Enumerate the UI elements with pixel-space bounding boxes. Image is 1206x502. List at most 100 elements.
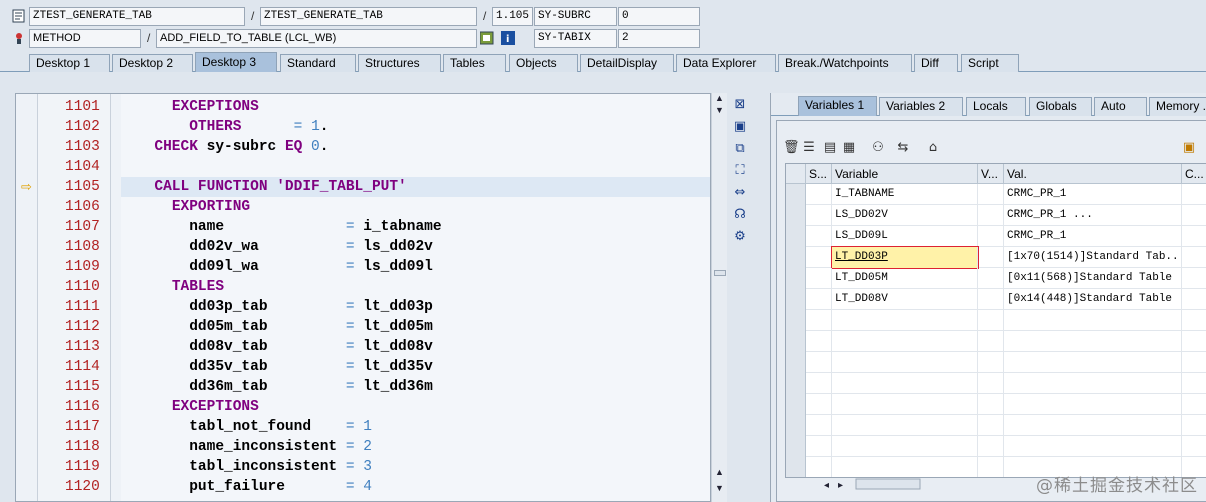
settings-tool-icon[interactable]: ⚙: [732, 229, 748, 245]
save-icon[interactable]: ▣: [1181, 140, 1197, 156]
code-line[interactable]: EXPORTING: [121, 197, 710, 217]
col-header-s[interactable]: S...: [806, 164, 832, 184]
variable-row[interactable]: LT_DD03P [1x70(1514)]Standard Tab...: [786, 246, 1206, 269]
new-tool-icon[interactable]: ▣: [732, 119, 748, 135]
cell-variable[interactable]: LT_DD08V: [832, 289, 978, 310]
code-line[interactable]: dd35v_tab = lt_dd35v: [121, 357, 710, 377]
cell-c[interactable]: [1182, 184, 1206, 205]
variable-row[interactable]: [786, 373, 1206, 394]
tab-variables-1[interactable]: Variables 1: [798, 96, 877, 116]
list-icon[interactable]: ☰: [801, 140, 817, 156]
code-line[interactable]: dd02v_wa = ls_dd02v: [121, 237, 710, 257]
cell-c[interactable]: [1182, 205, 1206, 226]
variable-row[interactable]: [786, 415, 1206, 436]
code-line[interactable]: dd05m_tab = lt_dd05m: [121, 317, 710, 337]
tab-diff[interactable]: Diff: [914, 54, 958, 72]
save-list-icon[interactable]: ▤: [822, 140, 838, 156]
row-selector[interactable]: [786, 184, 806, 205]
variable-row[interactable]: LT_DD08V [0x14(448)]Standard Table: [786, 289, 1206, 310]
code-line[interactable]: [121, 157, 710, 177]
cell-c[interactable]: [1182, 373, 1206, 394]
cell-v[interactable]: [978, 436, 1004, 457]
variable-row[interactable]: [786, 394, 1206, 415]
cell-s[interactable]: [806, 310, 832, 331]
cell-c[interactable]: [1182, 436, 1206, 457]
cell-s[interactable]: [806, 289, 832, 310]
cell-c[interactable]: [1182, 331, 1206, 352]
cell-v[interactable]: [978, 289, 1004, 310]
cell-s[interactable]: [806, 268, 832, 289]
tab-auto[interactable]: Auto: [1094, 97, 1147, 116]
cell-v[interactable]: [978, 184, 1004, 205]
headset-tool-icon[interactable]: ☊: [732, 207, 748, 223]
close-tool-icon[interactable]: ⊠: [732, 97, 748, 113]
code-line[interactable]: dd03p_tab = lt_dd03p: [121, 297, 710, 317]
code-line[interactable]: tabl_inconsistent = 3: [121, 457, 710, 477]
row-selector[interactable]: [786, 289, 806, 310]
cell-s[interactable]: [806, 247, 832, 268]
row-selector[interactable]: [786, 436, 806, 457]
tab-desktop-2[interactable]: Desktop 2: [112, 54, 193, 72]
code-line[interactable]: dd08v_tab = lt_dd08v: [121, 337, 710, 357]
scroll-up-arrow-icon[interactable]: ▼: [715, 105, 724, 115]
cell-s[interactable]: [806, 352, 832, 373]
line-field[interactable]: 1.105: [492, 7, 533, 26]
variable-row[interactable]: [786, 310, 1206, 331]
code-line[interactable]: TABLES: [121, 277, 710, 297]
tab-locals[interactable]: Locals: [966, 97, 1026, 116]
tab-memory[interactable]: Memory ...: [1149, 97, 1206, 116]
cell-c[interactable]: [1182, 415, 1206, 436]
code-line[interactable]: dd36m_tab = lt_dd36m: [121, 377, 710, 397]
fullscreen-tool-icon[interactable]: ⛶: [732, 163, 748, 179]
cell-variable[interactable]: [832, 457, 978, 477]
tab-script[interactable]: Script: [961, 54, 1019, 72]
col-header-variable[interactable]: Variable: [832, 164, 978, 184]
event-type-field[interactable]: METHOD: [29, 29, 141, 48]
cell-c[interactable]: [1182, 268, 1206, 289]
scroll-down-arrow-icon[interactable]: ▼: [715, 483, 724, 493]
grid-horizontal-scrollbar[interactable]: ◂ ▸: [822, 477, 942, 491]
navigate-icon[interactable]: ⇆: [895, 140, 911, 156]
info-icon[interactable]: i: [501, 31, 515, 45]
tab-desktop-1[interactable]: Desktop 1: [29, 54, 110, 72]
row-selector[interactable]: [786, 268, 806, 289]
cell-s[interactable]: [806, 226, 832, 247]
cell-v[interactable]: [978, 352, 1004, 373]
code-line[interactable]: CHECK sy-subrc EQ 0.: [121, 137, 710, 157]
col-header-c[interactable]: C...: [1182, 164, 1206, 184]
cell-v[interactable]: [978, 268, 1004, 289]
cell-value[interactable]: [1004, 394, 1182, 415]
row-selector[interactable]: [786, 394, 806, 415]
cell-value[interactable]: CRMC_PR_1: [1004, 226, 1182, 247]
cell-variable[interactable]: LT_DD05M: [832, 268, 978, 289]
cell-value[interactable]: [0x14(448)]Standard Table: [1004, 289, 1182, 310]
program-field[interactable]: ZTEST_GENERATE_TAB: [29, 7, 245, 26]
cell-variable[interactable]: LT_DD03P: [831, 246, 979, 269]
cell-s[interactable]: [806, 205, 832, 226]
code-line[interactable]: name_inconsistent = 2: [121, 437, 710, 457]
code-line[interactable]: put_failure = 4: [121, 477, 710, 497]
cell-variable[interactable]: [832, 352, 978, 373]
folder-icon[interactable]: ⌂: [925, 140, 941, 156]
cell-variable[interactable]: LS_DD09L: [832, 226, 978, 247]
cell-c[interactable]: [1182, 226, 1206, 247]
col-header-val[interactable]: Val.: [1004, 164, 1182, 184]
resize-tool-icon[interactable]: ⇔: [732, 185, 748, 201]
hierarchy-icon[interactable]: ⚇: [870, 140, 886, 156]
col-header-v[interactable]: V...: [978, 164, 1004, 184]
tab-structures[interactable]: Structures: [358, 54, 441, 72]
cell-c[interactable]: [1182, 352, 1206, 373]
sy-subrc-value[interactable]: 0: [618, 7, 700, 26]
cell-variable[interactable]: [832, 331, 978, 352]
code-line[interactable]: OTHERS = 1.: [121, 117, 710, 137]
editor-vertical-scrollbar[interactable]: ▲ ▼ ▲ ▼: [711, 93, 727, 502]
variable-row[interactable]: I_TABNAMECRMC_PR_14: [786, 184, 1206, 205]
cell-value[interactable]: [1x70(1514)]Standard Tab...: [1004, 247, 1182, 268]
cell-value[interactable]: [1004, 331, 1182, 352]
code-line[interactable]: EXCEPTIONS: [121, 397, 710, 417]
cell-v[interactable]: [978, 415, 1004, 436]
cell-c[interactable]: [1182, 247, 1206, 268]
cell-variable[interactable]: I_TABNAME: [832, 184, 978, 205]
cell-variable[interactable]: [832, 436, 978, 457]
cell-variable[interactable]: [832, 373, 978, 394]
